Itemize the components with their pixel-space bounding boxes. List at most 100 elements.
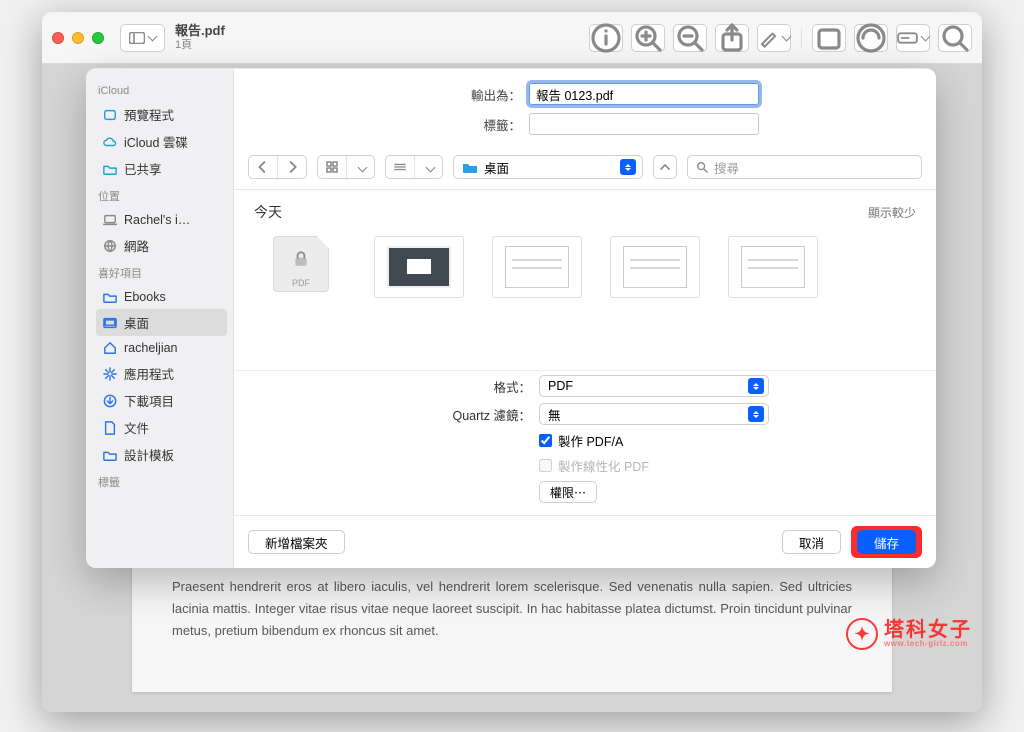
cancel-button[interactable]: 取消	[782, 530, 841, 554]
sidebar-item-desktop[interactable]: 桌面	[96, 309, 227, 336]
save-button[interactable]: 儲存	[857, 530, 916, 554]
sidebar-toggle-button[interactable]	[120, 24, 165, 52]
sidebar-item-mac[interactable]: Rachel's i…	[96, 208, 227, 232]
info-button[interactable]	[589, 24, 623, 52]
export-options: 格式： PDF Quartz 濾鏡： 無 製作	[234, 370, 936, 515]
share-button[interactable]	[715, 24, 749, 52]
chevron-down-icon	[415, 156, 442, 178]
collapse-sheet-button[interactable]	[653, 155, 677, 179]
icon-view-icon	[318, 156, 347, 178]
file-thumb[interactable]	[728, 236, 818, 298]
view-mode-button[interactable]	[317, 155, 375, 179]
document-subtitle: 1頁	[175, 39, 295, 51]
sidebar-item-label: 已共享	[124, 159, 162, 178]
quartz-label: Quartz 濾鏡：	[401, 405, 531, 424]
file-thumb[interactable]	[492, 236, 582, 298]
sidebar-item-ebooks[interactable]: Ebooks	[96, 285, 227, 309]
sidebar-item-label: 下載項目	[124, 391, 174, 410]
sidebar-heading-icloud: iCloud	[98, 85, 225, 97]
shared-folder-icon	[102, 161, 118, 177]
sidebar-item-documents[interactable]: 文件	[96, 414, 227, 441]
sidebar-item-label: 網路	[124, 236, 149, 255]
linear-checkbox-input	[539, 459, 552, 472]
watermark-text: 塔科女子	[884, 620, 972, 640]
tags-label: 標籤：	[411, 115, 521, 134]
applications-icon	[102, 366, 118, 382]
sidebar-heading-locations: 位置	[98, 188, 225, 204]
linear-checkbox[interactable]: 製作線性化 PDF	[539, 456, 769, 475]
back-icon[interactable]	[249, 156, 278, 178]
sidebar-item-applications[interactable]: 應用程式	[96, 360, 227, 387]
pdfa-checkbox-input[interactable]	[539, 434, 552, 447]
file-thumb[interactable]	[374, 236, 464, 298]
format-select[interactable]: PDF	[539, 375, 769, 397]
tags-input[interactable]	[529, 113, 759, 135]
thumbnail-row: PDF	[252, 230, 918, 308]
highlight-ring: 儲存	[851, 526, 922, 558]
globe-icon	[102, 238, 118, 254]
history-nav[interactable]	[248, 155, 307, 179]
toolbar-divider	[801, 28, 802, 48]
sidebar-item-home[interactable]: racheljian	[96, 336, 227, 360]
quartz-select[interactable]: 無	[539, 403, 769, 425]
home-icon	[102, 340, 118, 356]
updown-arrows-icon	[620, 159, 636, 175]
file-thumb[interactable]	[610, 236, 700, 298]
updown-arrows-icon	[748, 378, 764, 394]
chevron-down-icon	[347, 156, 374, 178]
sidebar-item-label: 預覽程式	[124, 105, 174, 124]
zoom-in-button[interactable]	[631, 24, 665, 52]
close-window-button[interactable]	[52, 32, 64, 44]
pdfa-checkbox[interactable]: 製作 PDF/A	[539, 431, 769, 450]
pdfa-checkbox-label: 製作 PDF/A	[558, 431, 623, 450]
permissions-button[interactable]: 權限⋯	[539, 481, 597, 503]
sheet-main: 輸出為： 標籤：	[234, 69, 936, 568]
export-as-label: 輸出為：	[411, 85, 521, 104]
export-sheet: iCloud 預覽程式 iCloud 雲碟 已共享 位置 Rachel's i……	[86, 68, 936, 568]
sidebar-item-preview-app[interactable]: 預覽程式	[96, 101, 227, 128]
sidebar-item-icloud-drive[interactable]: iCloud 雲碟	[96, 128, 227, 155]
document-title: 報告.pdf	[175, 24, 295, 38]
folder-icon	[102, 447, 118, 463]
search-field[interactable]: 搜尋	[687, 155, 922, 179]
document-icon	[102, 420, 118, 436]
sidebar-item-shared[interactable]: 已共享	[96, 155, 227, 182]
downloads-icon	[102, 393, 118, 409]
new-folder-button[interactable]: 新增檔案夾	[248, 530, 345, 554]
zoom-window-button[interactable]	[92, 32, 104, 44]
search-button[interactable]	[938, 24, 972, 52]
window-controls	[52, 32, 104, 44]
watermark: ✦ 塔科女子 www.tech-girlz.com	[846, 618, 972, 650]
sidebar-item-templates[interactable]: 設計模板	[96, 441, 227, 468]
sidebar-item-downloads[interactable]: 下載項目	[96, 387, 227, 414]
file-thumb-pdf[interactable]: PDF	[256, 236, 346, 298]
desktop-icon	[102, 315, 118, 331]
markup-button[interactable]	[757, 24, 791, 52]
titlebar: 報告.pdf 1頁	[42, 12, 982, 64]
location-name: 桌面	[484, 158, 614, 177]
sidebar-item-label: 桌面	[124, 313, 149, 332]
cloud-icon	[102, 134, 118, 150]
show-less-link[interactable]: 顯示較少	[868, 204, 916, 221]
form-button[interactable]	[896, 24, 930, 52]
rotate-button[interactable]	[812, 24, 846, 52]
sidebar-item-label: racheljian	[124, 341, 178, 355]
group-icon	[386, 156, 415, 178]
watermark-url: www.tech-girlz.com	[884, 640, 972, 648]
app-icon	[102, 107, 118, 123]
forward-icon[interactable]	[278, 156, 306, 178]
minimize-window-button[interactable]	[72, 32, 84, 44]
sidebar-item-network[interactable]: 網路	[96, 232, 227, 259]
finder-sidebar: iCloud 預覽程式 iCloud 雲碟 已共享 位置 Rachel's i……	[86, 69, 234, 568]
highlight-button[interactable]	[854, 24, 888, 52]
sidebar-item-label: Ebooks	[124, 290, 166, 304]
filename-input[interactable]	[529, 83, 759, 105]
format-label: 格式：	[401, 377, 531, 396]
sidebar-item-label: 文件	[124, 418, 149, 437]
folder-icon	[102, 289, 118, 305]
group-by-button[interactable]	[385, 155, 443, 179]
sidebar-item-label: Rachel's i…	[124, 213, 190, 227]
sidebar-item-label: iCloud 雲碟	[124, 132, 188, 151]
zoom-out-button[interactable]	[673, 24, 707, 52]
location-picker[interactable]: 桌面	[453, 155, 643, 179]
